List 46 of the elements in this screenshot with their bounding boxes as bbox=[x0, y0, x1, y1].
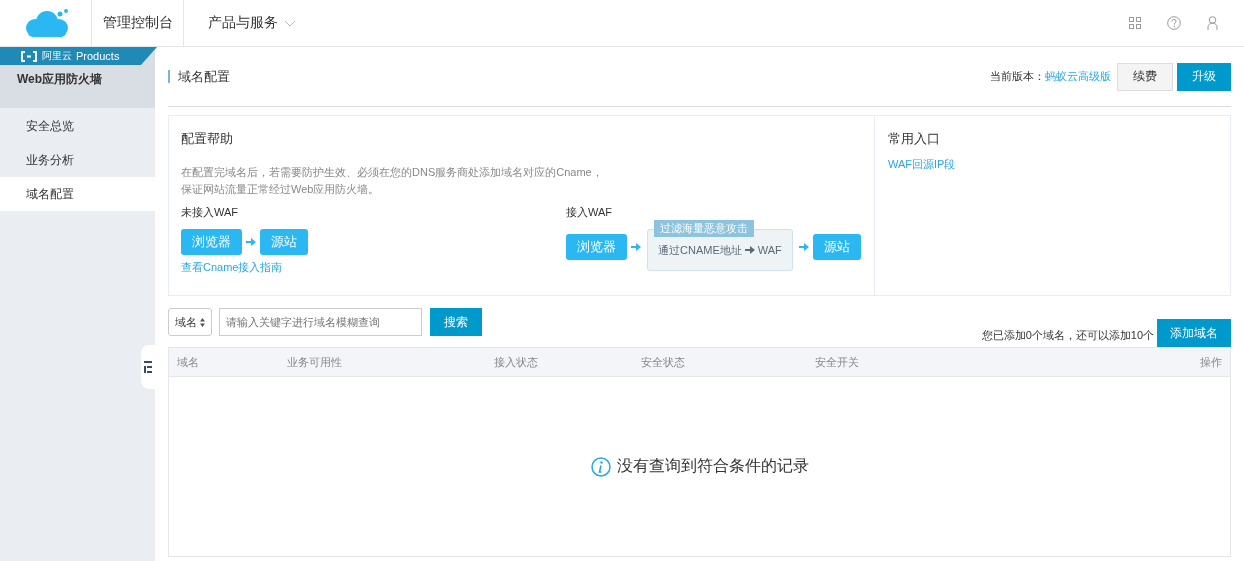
sort-caret-icon bbox=[200, 317, 205, 327]
column-header: 安全开关 bbox=[815, 354, 860, 370]
info-icon bbox=[590, 456, 611, 477]
sidebar-item[interactable]: 业务分析 bbox=[0, 143, 155, 177]
brand-suffix: Products bbox=[76, 50, 120, 62]
search-field[interactable]: 请输入关键字进行域名模糊查询 bbox=[219, 308, 422, 336]
page-title: 域名配置 bbox=[168, 70, 230, 83]
panel-title: 配置帮助 bbox=[181, 130, 234, 148]
flow-node: 浏览器 bbox=[181, 229, 242, 255]
arrow-icon bbox=[744, 246, 755, 254]
help-description: 在配置完域名后，若需要防护生效、必须在您的DNS服务商处添加域名对应的Cname， 保证网站流量正常经过Web应用防火墙。 bbox=[181, 165, 604, 197]
flow-title: 未接入WAF bbox=[181, 205, 240, 220]
sidebar-item[interactable]: 安全总览 bbox=[0, 109, 155, 143]
bracket-logo-icon bbox=[20, 50, 38, 62]
product-title: Web应用防火墙 bbox=[16, 71, 104, 88]
filter-tag: 过滤海量恶意攻击 bbox=[654, 220, 754, 237]
brand-text: 阿里云 bbox=[42, 49, 72, 63]
empty-message: 没有查询到符合条件的记录 bbox=[616, 456, 809, 476]
column-header: 业务可用性 bbox=[287, 354, 343, 370]
flow-node: 源站 bbox=[260, 229, 308, 255]
column-header: 域名 bbox=[177, 354, 200, 370]
panel-title: 常用入口 bbox=[888, 130, 941, 148]
sidebar-item[interactable]: 域名配置 bbox=[0, 177, 155, 211]
renew-button[interactable]: 续费 bbox=[1117, 62, 1173, 91]
products-menu[interactable]: 产品与服务 bbox=[184, 0, 296, 46]
quota-text: 您已添加0个域名，还可以添加10个 bbox=[981, 328, 1154, 343]
version-label: 当前版本： bbox=[990, 69, 1045, 84]
column-header: 安全状态 bbox=[641, 354, 686, 370]
grid-icon[interactable] bbox=[1129, 17, 1141, 29]
arrow-icon bbox=[799, 243, 809, 251]
column-header: 接入状态 bbox=[494, 354, 539, 370]
arrow-icon bbox=[246, 238, 256, 246]
chevron-down-icon bbox=[284, 19, 296, 27]
collapse-handle[interactable] bbox=[141, 345, 155, 389]
column-header: 操作 bbox=[1200, 354, 1222, 370]
flow-node: 源站 bbox=[813, 234, 861, 260]
flow-title: 接入WAF bbox=[566, 205, 614, 220]
flow-node: 浏览器 bbox=[566, 234, 627, 260]
collapse-icon[interactable] bbox=[144, 361, 152, 373]
help-icon[interactable] bbox=[1167, 16, 1181, 30]
via-text: 通过CNAME地址 bbox=[658, 242, 742, 258]
console-link[interactable]: 管理控制台 bbox=[92, 0, 184, 46]
user-icon[interactable] bbox=[1207, 16, 1218, 30]
field-select[interactable]: 域名 bbox=[168, 308, 212, 336]
via-target: WAF bbox=[757, 244, 782, 256]
arrow-icon bbox=[631, 243, 641, 251]
